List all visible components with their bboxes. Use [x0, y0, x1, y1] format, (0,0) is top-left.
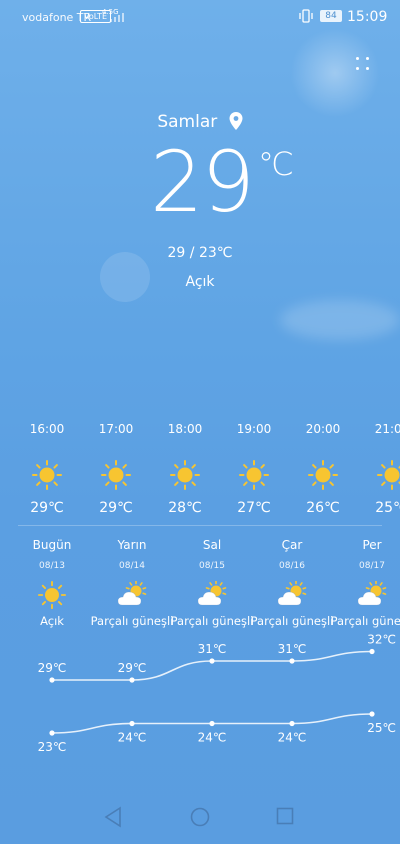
hour-temp: 25℃: [375, 500, 400, 516]
low-temp-label: 25℃: [367, 721, 396, 735]
today-range: 29 / 23℃: [167, 245, 233, 261]
day-name: Yarın: [117, 538, 147, 552]
daily-item[interactable]: Yarın 08/14 Parçalı güneşli: [87, 538, 177, 628]
partly-sunny-icon: [116, 580, 148, 609]
daily-item[interactable]: Per 08/17 Parçalı güneşli: [327, 538, 400, 628]
hourly-item: 17:00 29℃: [86, 420, 146, 516]
location-pin-icon: [229, 112, 243, 130]
high-temp-point: [129, 677, 135, 683]
hourly-forecast[interactable]: 16:00 29℃ 17:00 29℃ 18:00 28℃ 19:00 27℃ 20:0…: [0, 420, 400, 520]
cloud-wisp: [280, 300, 400, 340]
day-name: Per: [362, 538, 382, 552]
status-bar: vodafone TR VoLTE 4.5G 84 15:09: [0, 0, 400, 34]
sun-icon: [101, 460, 131, 490]
low-temp-label: 24℃: [198, 731, 227, 745]
day-date: 08/17: [359, 561, 385, 571]
low-temp-point: [209, 720, 215, 727]
day-name: Bugün: [32, 538, 72, 552]
daily-item[interactable]: Bugün 08/13 Açık: [7, 538, 97, 628]
signal-icon: [110, 13, 124, 22]
high-temp-point: [209, 658, 215, 664]
partly-sunny-icon: [196, 580, 228, 609]
high-temp-label: 32℃: [367, 633, 396, 647]
partly-sunny-icon: [356, 580, 388, 609]
sun-icon: [36, 581, 68, 609]
hour-temp: 29℃: [99, 500, 133, 516]
low-temp-point: [289, 720, 295, 727]
location-title[interactable]: Samlar: [0, 112, 400, 132]
hour-time: 17:00: [98, 422, 134, 436]
day-name: Sal: [202, 538, 222, 552]
hourly-item: 16:00 29℃: [17, 420, 77, 516]
day-date: 08/13: [39, 561, 65, 571]
daily-item[interactable]: Sal 08/15 Parçalı güneşli: [167, 538, 257, 628]
day-date: 08/15: [199, 561, 225, 571]
hour-time: 20:00: [305, 422, 341, 436]
high-temp-label: 31℃: [198, 642, 227, 656]
daily-item[interactable]: Çar 08/16 Parçalı güneşli: [247, 538, 337, 628]
sun-icon: [170, 460, 200, 490]
hourly-item: 18:00 28℃: [155, 420, 215, 516]
hour-temp: 26℃: [306, 500, 340, 516]
city-name: Samlar: [157, 112, 218, 132]
high-temp-point: [289, 658, 295, 664]
day-date: 08/14: [119, 561, 145, 571]
low-temp-point: [129, 720, 135, 727]
low-temp-label: 24℃: [278, 731, 307, 745]
hourly-item: 20:00 26℃: [293, 420, 353, 516]
sun-icon: [377, 460, 400, 490]
hour-time: 18:00: [167, 422, 203, 436]
hourly-item: 21:00 25℃: [362, 420, 400, 516]
battery-icon: 84: [320, 10, 342, 22]
high-temp-label: 31℃: [278, 642, 307, 656]
current-condition: Açık: [185, 274, 215, 290]
low-temp-label: 24℃: [118, 731, 147, 745]
high-temp-label: 29℃: [118, 661, 147, 675]
partly-sunny-icon: [276, 580, 308, 609]
sun-icon: [32, 460, 62, 490]
divider: [18, 525, 382, 526]
hour-temp: 29℃: [30, 500, 64, 516]
low-temp-label: 23℃: [38, 740, 67, 754]
navigation-bar: [0, 794, 400, 844]
high-temp-point: [49, 677, 55, 683]
sun-icon: [239, 460, 269, 490]
current-temp-value: 29: [150, 133, 255, 231]
back-icon[interactable]: [103, 806, 123, 832]
clock: 15:09: [347, 9, 388, 25]
lens-flare: [290, 28, 380, 118]
high-temp-label: 29℃: [38, 661, 67, 675]
day-name: Çar: [281, 538, 303, 552]
high-temp-point: [369, 648, 375, 655]
hour-time: 16:00: [29, 422, 65, 436]
more-options-icon[interactable]: [356, 57, 372, 73]
low-temp-point: [49, 730, 55, 736]
current-temperature: 29 ℃: [150, 133, 294, 231]
recents-icon[interactable]: [275, 806, 295, 830]
temp-unit: ℃: [258, 145, 294, 183]
hour-time: 19:00: [236, 422, 272, 436]
sun-icon: [308, 460, 338, 490]
hourly-item: 19:00 27℃: [224, 420, 284, 516]
temperature-trend-chart: 29℃ 29℃ 31℃ 31℃ 32℃ 23℃ 24℃ 24℃ 24℃ 25℃: [38, 633, 396, 755]
vibrate-icon: [299, 9, 313, 23]
hour-temp: 27℃: [237, 500, 271, 516]
low-temp-point: [369, 711, 375, 717]
home-icon[interactable]: [189, 806, 211, 832]
hour-time: 21:00: [374, 422, 400, 436]
day-date: 08/16: [279, 561, 305, 571]
hour-temp: 28℃: [168, 500, 202, 516]
